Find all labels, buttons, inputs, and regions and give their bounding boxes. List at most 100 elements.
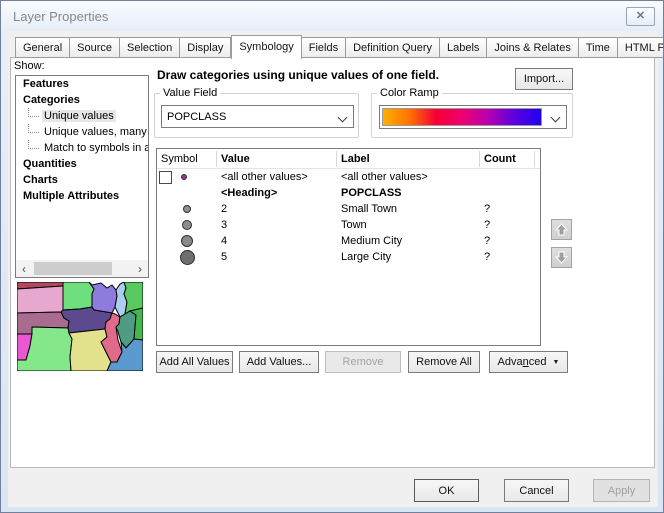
symbol-cell (157, 235, 217, 247)
move-down-button[interactable] (551, 247, 572, 268)
tree-item-label: Unique values (42, 110, 116, 122)
column-header-label: Label (337, 151, 480, 167)
tree-item-multiple-attributes[interactable]: Multiple Attributes (16, 188, 148, 204)
ok-button[interactable]: OK (414, 479, 479, 502)
label-cell: POPCLASS (337, 187, 480, 199)
layer-properties-dialog: Layer Properties ✕ GeneralSourceSelectio… (0, 0, 664, 513)
tree-item-quantities[interactable]: Quantities (16, 156, 148, 172)
close-icon: ✕ (636, 10, 645, 22)
tree-item-match-to-symbols-in-a[interactable]: Match to symbols in a (16, 140, 148, 156)
arrow-up-icon (555, 223, 568, 236)
count-cell: ? (480, 251, 535, 263)
add-all-values-button[interactable]: Add All Values (156, 351, 233, 373)
tab-joins-relates[interactable]: Joins & Relates (487, 37, 578, 58)
tree-item-label: Unique values, many (42, 126, 149, 138)
tab-general[interactable]: General (15, 37, 70, 58)
scroll-right-icon[interactable]: › (132, 261, 148, 277)
tree-item-label: Categories (21, 94, 82, 106)
tree-item-unique-values[interactable]: Unique values (16, 108, 148, 124)
tree-branch-icon (28, 124, 39, 133)
tab-time[interactable]: Time (579, 37, 618, 58)
label-cell: Small Town (337, 203, 480, 215)
show-tree: Features Categories Unique values Unique va… (15, 75, 149, 278)
value-row[interactable]: 3Town? (157, 217, 540, 233)
tree-horizontal-scrollbar[interactable]: ‹ › (16, 260, 148, 277)
tab-symbology[interactable]: Symbology (231, 35, 301, 59)
color-ramp-group: Color Ramp (371, 93, 573, 138)
tree-item-features[interactable]: Features (16, 76, 148, 92)
layer-preview-map (17, 282, 143, 371)
value-cell: 5 (217, 251, 337, 263)
show-tree-items: Features Categories Unique values Unique va… (16, 76, 148, 204)
tab-definition-query[interactable]: Definition Query (346, 37, 440, 58)
value-cell: <Heading> (217, 187, 337, 199)
symbol-cell (157, 220, 217, 230)
value-row[interactable]: <all other values><all other values> (157, 169, 540, 185)
add-values-button[interactable]: Add Values... (239, 351, 319, 373)
symbol-swatch[interactable] (181, 174, 187, 180)
window-title: Layer Properties (13, 9, 108, 24)
tab-labels[interactable]: Labels (440, 37, 487, 58)
close-button[interactable]: ✕ (626, 7, 655, 26)
symbol-cell (157, 171, 217, 184)
value-field-dropdown[interactable]: POPCLASS (161, 105, 354, 128)
tab-strip: GeneralSourceSelectionDisplaySymbologyFi… (15, 34, 664, 58)
tree-item-label: Features (21, 78, 71, 90)
dropdown-arrow-icon: ▼ (553, 359, 560, 366)
value-row[interactable]: <Heading>POPCLASS (157, 185, 540, 201)
value-cell: 2 (217, 203, 337, 215)
value-cell: <all other values> (217, 171, 337, 183)
move-up-button[interactable] (551, 219, 572, 240)
all-other-values-checkbox[interactable] (159, 171, 172, 184)
title-bar: Layer Properties ✕ (2, 1, 663, 31)
color-ramp-gradient (382, 108, 542, 126)
cancel-button[interactable]: Cancel (504, 479, 569, 502)
tab-html-popup[interactable]: HTML Popup (618, 37, 664, 58)
remove-all-button[interactable]: Remove All (408, 351, 480, 373)
column-header-value: Value (217, 151, 337, 167)
map-region (17, 286, 63, 313)
value-field-label: Value Field (160, 87, 220, 99)
show-label: Show: (14, 60, 45, 72)
color-ramp-dropdown[interactable] (379, 105, 567, 129)
tree-item-label: Charts (21, 174, 60, 186)
scroll-left-icon[interactable]: ‹ (16, 261, 32, 277)
label-cell: <all other values> (337, 171, 480, 183)
count-cell: ? (480, 219, 535, 231)
chevron-down-icon (551, 113, 561, 123)
symbol-cell (157, 250, 217, 265)
advanced-button-label: Advanced (498, 356, 547, 368)
tree-branch-icon (28, 140, 39, 149)
value-row[interactable]: 2Small Town? (157, 201, 540, 217)
advanced-button[interactable]: Advanced ▼ (489, 351, 568, 373)
symbol-swatch[interactable] (180, 250, 195, 265)
symbol-swatch[interactable] (181, 235, 193, 247)
apply-button[interactable]: Apply (593, 479, 650, 502)
chevron-down-icon (338, 113, 348, 123)
value-row[interactable]: 5Large City? (157, 249, 540, 265)
symbol-swatch[interactable] (182, 220, 192, 230)
value-row[interactable]: 4Medium City? (157, 233, 540, 249)
tab-fields[interactable]: Fields (302, 37, 346, 58)
value-cell: 4 (217, 235, 337, 247)
color-ramp-label: Color Ramp (377, 87, 442, 99)
tab-selection[interactable]: Selection (120, 37, 180, 58)
tree-item-categories[interactable]: Categories (16, 92, 148, 108)
label-cell: Town (337, 219, 480, 231)
column-header-symbol: Symbol (157, 151, 217, 167)
scroll-thumb[interactable] (34, 262, 112, 275)
method-description: Draw categories using unique values of o… (157, 68, 507, 82)
values-list-header: SymbolValueLabelCount (157, 149, 540, 169)
tree-item-unique-values-many[interactable]: Unique values, many (16, 124, 148, 140)
symbol-swatch[interactable] (183, 205, 191, 213)
tree-item-label: Multiple Attributes (21, 190, 121, 202)
import-button[interactable]: Import... (515, 68, 573, 90)
tree-item-charts[interactable]: Charts (16, 172, 148, 188)
tab-display[interactable]: Display (180, 37, 231, 58)
tab-source[interactable]: Source (70, 37, 120, 58)
values-list-rows: <all other values><all other values><Hea… (157, 169, 540, 265)
tree-branch-icon (28, 108, 39, 117)
remove-button[interactable]: Remove (325, 351, 401, 373)
tree-item-label: Match to symbols in a (42, 142, 149, 154)
count-cell: ? (480, 203, 535, 215)
